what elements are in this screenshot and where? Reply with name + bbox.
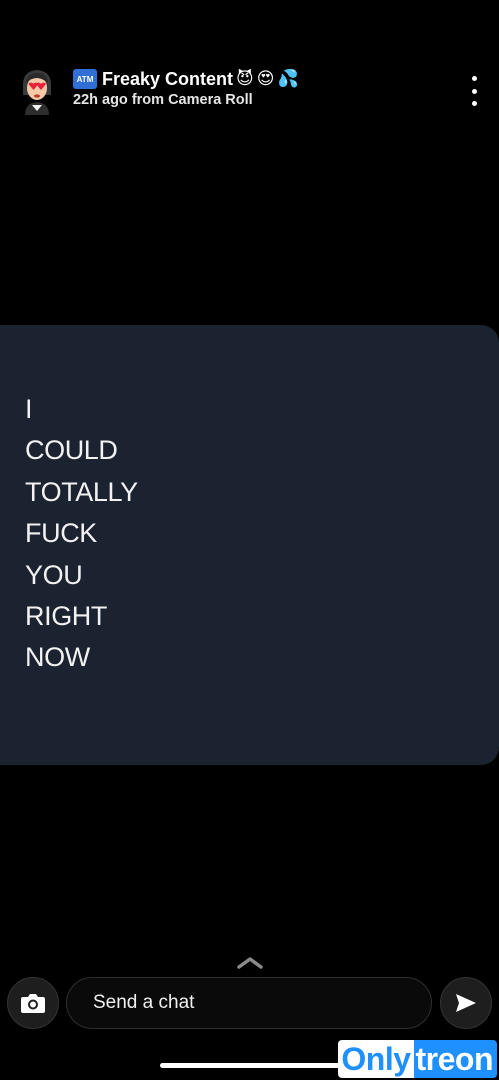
quote-line: NOW (25, 642, 90, 673)
quote-line: COULD (25, 435, 118, 466)
story-title: Freaky Content (102, 68, 234, 89)
more-vertical-icon[interactable] (467, 76, 481, 106)
camera-icon (21, 994, 45, 1013)
quote-line: FUCK (25, 518, 97, 549)
quote-line: I (25, 394, 33, 424)
avatar[interactable] (14, 65, 60, 115)
bitmoji-avatar-icon (22, 70, 52, 115)
quote-line: YOU (25, 559, 83, 590)
watermark-right: treon (413, 1040, 497, 1078)
send-button[interactable] (440, 977, 492, 1029)
menu-dot (471, 101, 477, 106)
quote-line: TOTALLY (25, 476, 138, 507)
menu-dot (471, 76, 477, 81)
send-arrow-icon (456, 994, 476, 1012)
story-media[interactable]: I COULD TOTALLY FUCK YOU RIGHT NOW (0, 325, 499, 765)
camera-button[interactable] (7, 977, 59, 1029)
story-header: ATM Freaky Content 😈 😍 💦 22h ago from Ca… (0, 60, 499, 120)
story-subtitle: 22h ago from Camera Roll (73, 92, 253, 108)
watermark-logo: Only treon (338, 1040, 497, 1078)
emoji-heart-eyes: 😍 (256, 68, 275, 89)
emoji-droplets: 💦 (277, 68, 299, 89)
quote-line: RIGHT (25, 600, 107, 631)
chat-input[interactable] (66, 977, 432, 1029)
home-indicator[interactable] (160, 1063, 340, 1068)
quote-text: I COULD TOTALLY FUCK YOU RIGHT NOW (25, 389, 138, 679)
chevron-up-icon[interactable] (234, 952, 266, 972)
atm-badge: ATM (73, 69, 97, 89)
emoji-devil: 😈 (236, 68, 254, 89)
story-title-row[interactable]: ATM Freaky Content 😈 😍 💦 (73, 65, 299, 93)
watermark-left: Only (338, 1040, 414, 1078)
menu-dot (471, 88, 477, 94)
